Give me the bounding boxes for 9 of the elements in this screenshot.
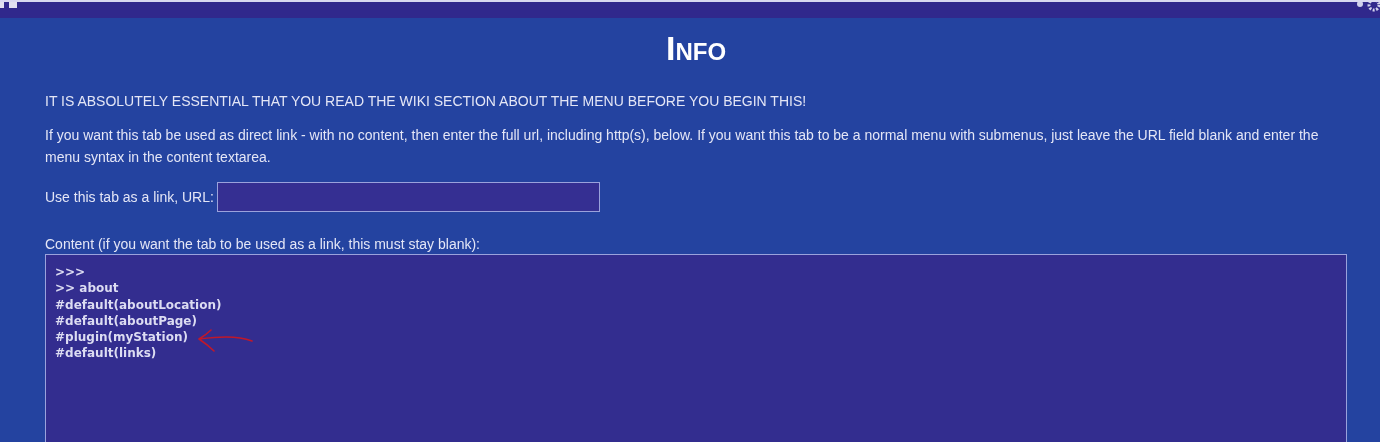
url-field[interactable] xyxy=(216,182,600,212)
annotation-arrow xyxy=(196,329,254,353)
description-text: If you want this tab be used as direct link - with no content, then enter the full url, including http(s), below. If you want this tab to be a normal menu with submenus, just leave the URL field blank and enter the menu syntax in the content textarea. xyxy=(45,126,1320,167)
content-field[interactable]: >>> >> about #default(aboutLocation) #default(aboutPage) #plugin(myStation) #default(links) xyxy=(45,254,1347,442)
url-label: Use this tab as a link, URL: xyxy=(45,189,214,205)
page-title: Info xyxy=(665,28,727,68)
square-icon[interactable] xyxy=(0,2,17,8)
content-label: Content (if you want the tab to be used as a link, this must stay blank): xyxy=(45,236,480,252)
warning-text: IT IS ABSOLUTELY ESSENTIAL THAT YOU READ THE WIKI SECTION ABOUT THE MENU BEFORE YOU BEGIN THIS! xyxy=(45,93,807,109)
